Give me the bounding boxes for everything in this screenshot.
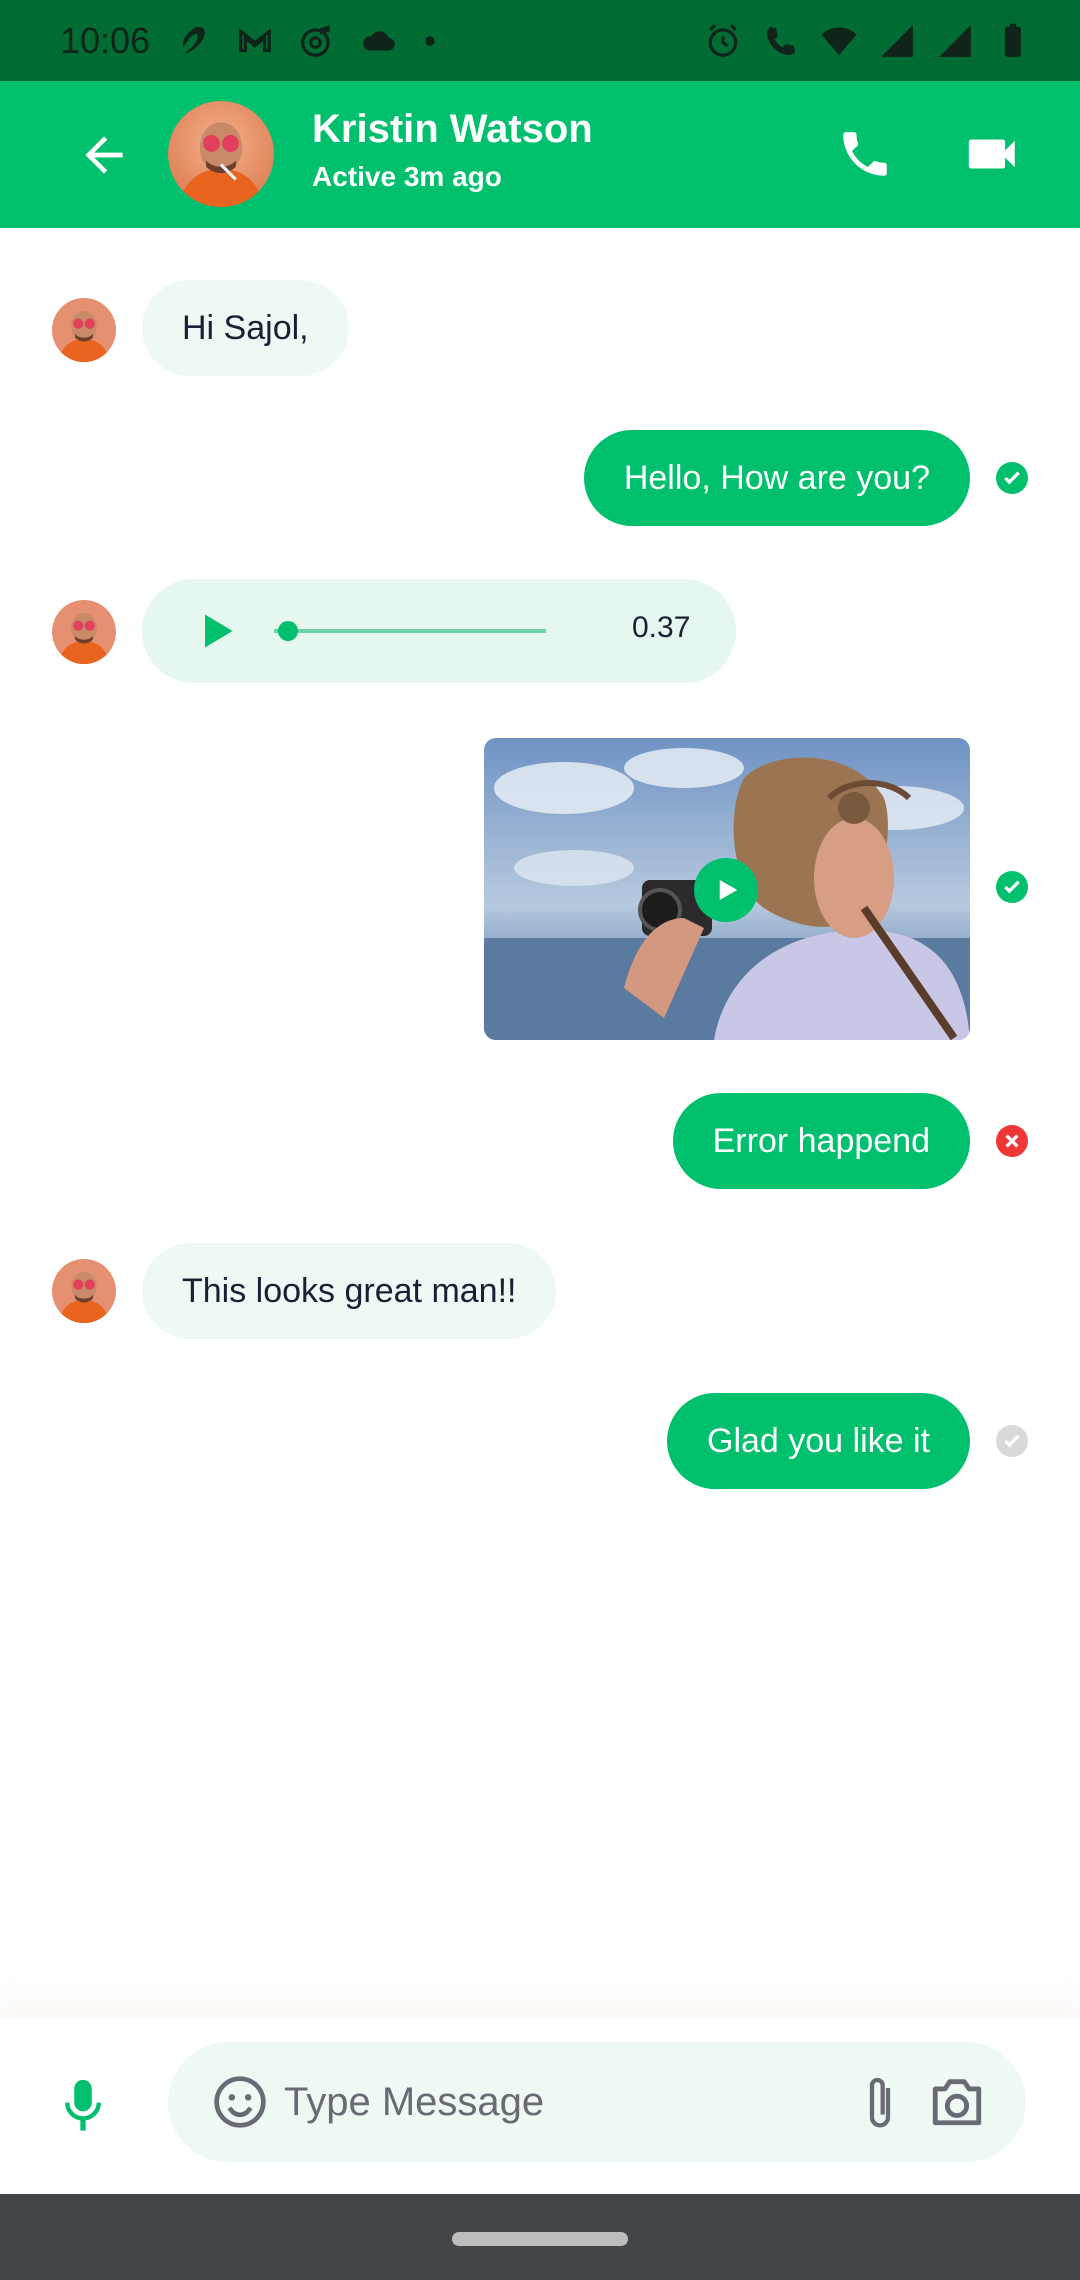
paperclip-icon	[869, 2077, 891, 2128]
alarm-icon	[704, 22, 742, 60]
message-bubble-outgoing[interactable]: Hello, How are you?	[583, 430, 970, 526]
person-avatar-icon	[52, 600, 116, 664]
sender-avatar	[52, 298, 116, 362]
message-bubble-outgoing[interactable]: Glad you like it	[667, 1393, 970, 1489]
gmail-icon	[236, 22, 274, 60]
music-icon	[298, 22, 336, 60]
message-bubble-incoming[interactable]: This looks great man!!	[142, 1243, 557, 1339]
signal-4g-icon	[878, 22, 916, 60]
contact-active-status: Active 3m ago	[312, 161, 502, 192]
message-input[interactable]	[284, 2064, 844, 2140]
sender-avatar	[52, 600, 116, 664]
person-avatar-icon	[168, 101, 274, 207]
attach-button[interactable]	[860, 2072, 900, 2136]
wifi-icon	[820, 22, 858, 60]
video-message[interactable]	[484, 738, 970, 1040]
video-play-button[interactable]	[694, 858, 758, 922]
status-time: 10:06	[60, 19, 151, 61]
battery-icon	[994, 22, 1032, 60]
message-text: This looks great man!!	[182, 1272, 517, 1310]
message-text: Hi Sajol,	[182, 309, 309, 347]
message-text: Error happend	[712, 1122, 930, 1160]
camera-icon	[932, 2079, 982, 2126]
sent-status-icon	[996, 1425, 1028, 1457]
message-bubble-incoming[interactable]: Hi Sajol,	[142, 280, 349, 376]
system-navigation-bar	[0, 2194, 1080, 2280]
play-icon	[719, 880, 738, 900]
message-input-container	[168, 2042, 1026, 2162]
video-call-button[interactable]	[962, 125, 1024, 183]
status-right-group	[704, 22, 1032, 60]
read-status-icon	[996, 871, 1028, 903]
airtel-icon	[174, 22, 212, 60]
audio-progress-knob[interactable]	[278, 621, 299, 641]
voice-record-button[interactable]	[62, 2078, 104, 2136]
message-text: Glad you like it	[707, 1422, 930, 1460]
cloud-icon	[360, 22, 398, 60]
contact-avatar[interactable]	[168, 101, 274, 207]
phone-icon	[843, 132, 887, 176]
arrow-back-icon	[85, 136, 123, 174]
home-gesture-handle[interactable]	[452, 2232, 628, 2246]
status-left-group: 10:06	[60, 20, 438, 62]
audio-progress-track[interactable]	[274, 629, 546, 633]
person-avatar-icon	[52, 1259, 116, 1323]
person-avatar-icon	[52, 298, 116, 362]
voice-call-button[interactable]	[836, 125, 894, 183]
message-list[interactable]: Hi Sajol, Hello, How are you? 0.37 Error…	[0, 228, 1080, 2018]
emoji-icon	[214, 2076, 266, 2128]
dot-icon	[422, 33, 438, 49]
audio-play-button[interactable]	[194, 609, 238, 653]
system-status-bar: 10:06	[0, 0, 1080, 81]
error-status-icon[interactable]	[996, 1125, 1028, 1157]
emoji-button[interactable]	[212, 2074, 268, 2130]
volte-call-icon	[762, 22, 800, 60]
audio-message[interactable]: 0.37	[142, 579, 736, 683]
message-text: Hello, How are you?	[623, 459, 930, 497]
signal-icon	[936, 22, 974, 60]
read-status-icon	[996, 462, 1028, 494]
back-button[interactable]	[76, 127, 132, 183]
sender-avatar	[52, 1259, 116, 1323]
mic-icon	[65, 2079, 101, 2131]
chat-header: Kristin Watson Active 3m ago	[0, 81, 1080, 228]
audio-duration: 0.37	[632, 611, 691, 644]
camera-button[interactable]	[928, 2074, 986, 2128]
videocam-icon	[968, 139, 1015, 169]
contact-name: Kristin Watson	[312, 107, 593, 151]
message-bubble-outgoing[interactable]: Error happend	[672, 1093, 970, 1189]
message-composer	[0, 2018, 1080, 2194]
play-icon	[205, 614, 233, 648]
